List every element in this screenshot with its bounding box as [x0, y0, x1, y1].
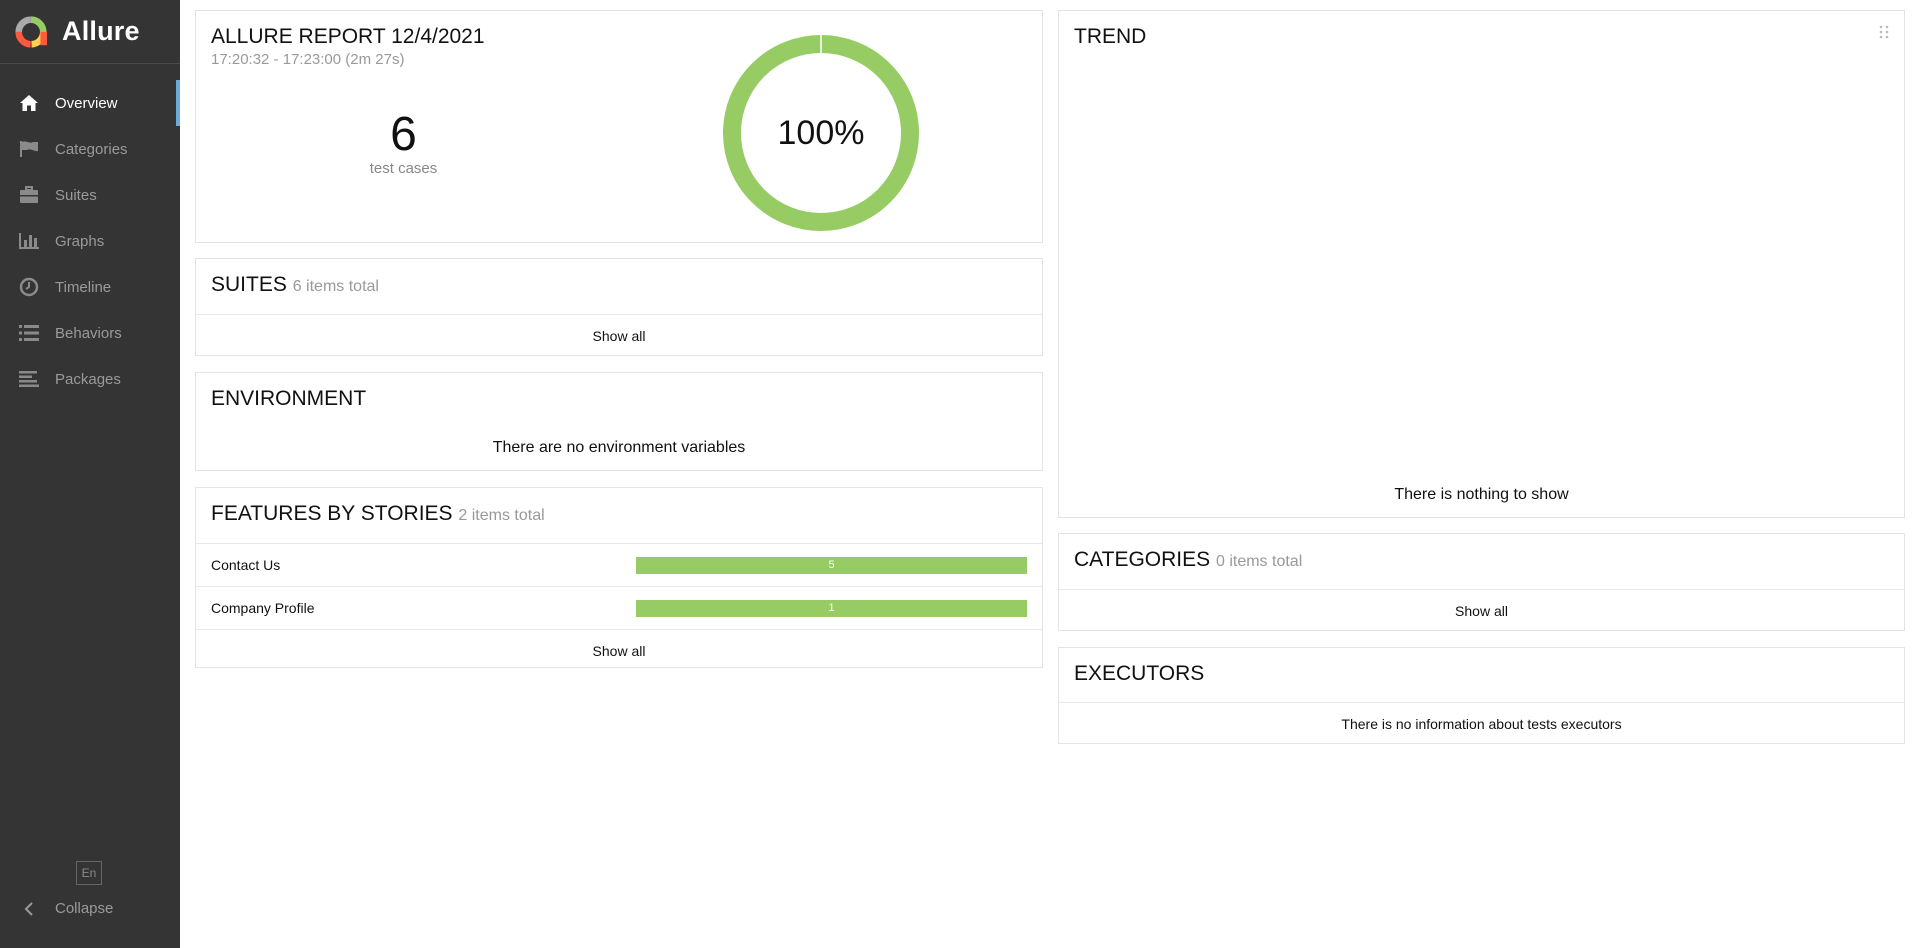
- sidebar-item-label: Behaviors: [55, 324, 122, 342]
- clock-icon: [18, 276, 40, 298]
- sidebar: Allure Overview Categories Suites Graphs: [0, 0, 180, 948]
- brand[interactable]: Allure: [0, 0, 180, 64]
- briefcase-icon: [18, 184, 40, 206]
- categories-show-all-link[interactable]: Show all: [1059, 590, 1904, 632]
- features-widget: FEATURES BY STORIES 2 items total Contac…: [195, 487, 1043, 668]
- drag-handle-icon[interactable]: [1879, 25, 1889, 39]
- feature-passed-bar[interactable]: 5: [636, 556, 1027, 574]
- trend-title: TREND: [1074, 25, 1147, 48]
- executors-empty-message: There is no information about tests exec…: [1341, 716, 1622, 732]
- report-title: ALLURE REPORT 12/4/2021: [211, 25, 485, 48]
- home-icon: [18, 92, 40, 114]
- align-left-icon: [18, 368, 40, 390]
- environment-empty-message: There are no environment variables: [492, 439, 746, 456]
- list-icon: [18, 322, 40, 344]
- feature-label: Contact Us: [211, 557, 281, 573]
- allure-logo-icon: [15, 15, 48, 48]
- language-selector[interactable]: En: [76, 861, 102, 885]
- sidebar-item-label: Categories: [55, 140, 128, 158]
- sidebar-nav: Overview Categories Suites Graphs Timeli…: [0, 80, 180, 402]
- environment-title: ENVIRONMENT: [211, 387, 367, 410]
- sidebar-item-label: Suites: [55, 186, 97, 204]
- suites-title: SUITES: [211, 273, 287, 296]
- sidebar-item-graphs[interactable]: Graphs: [0, 218, 180, 264]
- categories-widget: CATEGORIES 0 items total Show all: [1058, 533, 1905, 631]
- features-title: FEATURES BY STORIES: [211, 502, 453, 525]
- environment-widget: ENVIRONMENT There are no environment var…: [195, 372, 1043, 471]
- suites-subtitle: 6 items total: [292, 278, 379, 295]
- summary-widget: ALLURE REPORT 12/4/2021 17:20:32 - 17:23…: [195, 10, 1043, 243]
- features-subtitle: 2 items total: [458, 507, 545, 524]
- report-time-range: 17:20:32 - 17:23:00 (2m 27s): [211, 51, 405, 68]
- feature-row[interactable]: Company Profile 1: [196, 587, 1042, 629]
- app-name: Allure: [62, 16, 140, 46]
- sidebar-item-overview[interactable]: Overview: [0, 80, 180, 126]
- flag-icon: [18, 138, 40, 160]
- executors-widget: EXECUTORS There is no information about …: [1058, 647, 1905, 744]
- categories-subtitle: 0 items total: [1215, 553, 1303, 570]
- bar-chart-icon: [18, 230, 40, 252]
- chevron-left-icon: [18, 901, 40, 916]
- sidebar-item-packages[interactable]: Packages: [0, 356, 180, 402]
- sidebar-item-label: Timeline: [55, 278, 112, 296]
- sidebar-item-suites[interactable]: Suites: [0, 172, 180, 218]
- suites-widget: SUITES 6 items total Show all: [195, 258, 1043, 356]
- sidebar-item-timeline[interactable]: Timeline: [0, 264, 180, 310]
- sidebar-item-label: Graphs: [55, 232, 105, 250]
- executors-title: EXECUTORS: [1074, 662, 1205, 685]
- collapse-button[interactable]: Collapse: [18, 900, 113, 917]
- sidebar-item-behaviors[interactable]: Behaviors: [0, 310, 180, 356]
- feature-row[interactable]: Contact Us 5: [196, 544, 1042, 586]
- test-case-count: 6: [390, 108, 417, 161]
- collapse-label: Collapse: [55, 900, 114, 917]
- feature-passed-bar[interactable]: 1: [636, 599, 1027, 617]
- sidebar-item-label: Overview: [55, 94, 118, 112]
- sidebar-item-label: Packages: [55, 370, 121, 388]
- sidebar-item-categories[interactable]: Categories: [0, 126, 180, 172]
- categories-title: CATEGORIES: [1074, 548, 1211, 571]
- success-rate-label: 100%: [777, 113, 865, 152]
- feature-label: Company Profile: [211, 600, 315, 616]
- trend-widget: TREND There is nothing to show: [1058, 10, 1905, 518]
- features-show-all-link[interactable]: Show all: [196, 630, 1042, 672]
- test-case-count-label: test cases: [369, 160, 438, 177]
- trend-empty-message: There is nothing to show: [1394, 486, 1569, 503]
- suites-show-all-link[interactable]: Show all: [196, 315, 1042, 357]
